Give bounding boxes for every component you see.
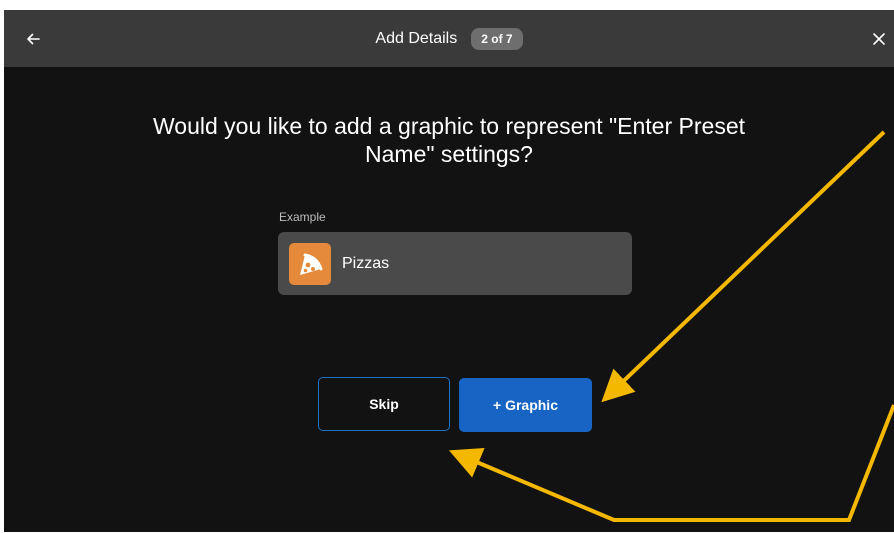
- top-bar: Add Details 2 of 7: [4, 10, 894, 67]
- add-graphic-button[interactable]: + Graphic: [459, 378, 592, 432]
- example-label: Example: [279, 210, 326, 224]
- example-item-name: Pizzas: [342, 254, 390, 272]
- example-card: Pizzas: [278, 232, 632, 295]
- skip-button[interactable]: Skip: [318, 377, 450, 431]
- pizza-icon-box: [289, 242, 331, 285]
- close-icon: [873, 33, 885, 45]
- question-heading: Would you like to add a graphic to repre…: [152, 113, 745, 167]
- page-title: Add Details: [375, 29, 458, 47]
- arrow-left-icon: [27, 33, 40, 45]
- close-button[interactable]: [864, 24, 894, 54]
- back-button[interactable]: [18, 24, 48, 54]
- title-group: Add Details 2 of 7: [4, 10, 894, 67]
- dialog-screen: Add Details 2 of 7 Would you like to add…: [4, 10, 894, 532]
- step-badge: 2 of 7: [471, 27, 523, 50]
- pizza-slice-icon: [300, 253, 323, 275]
